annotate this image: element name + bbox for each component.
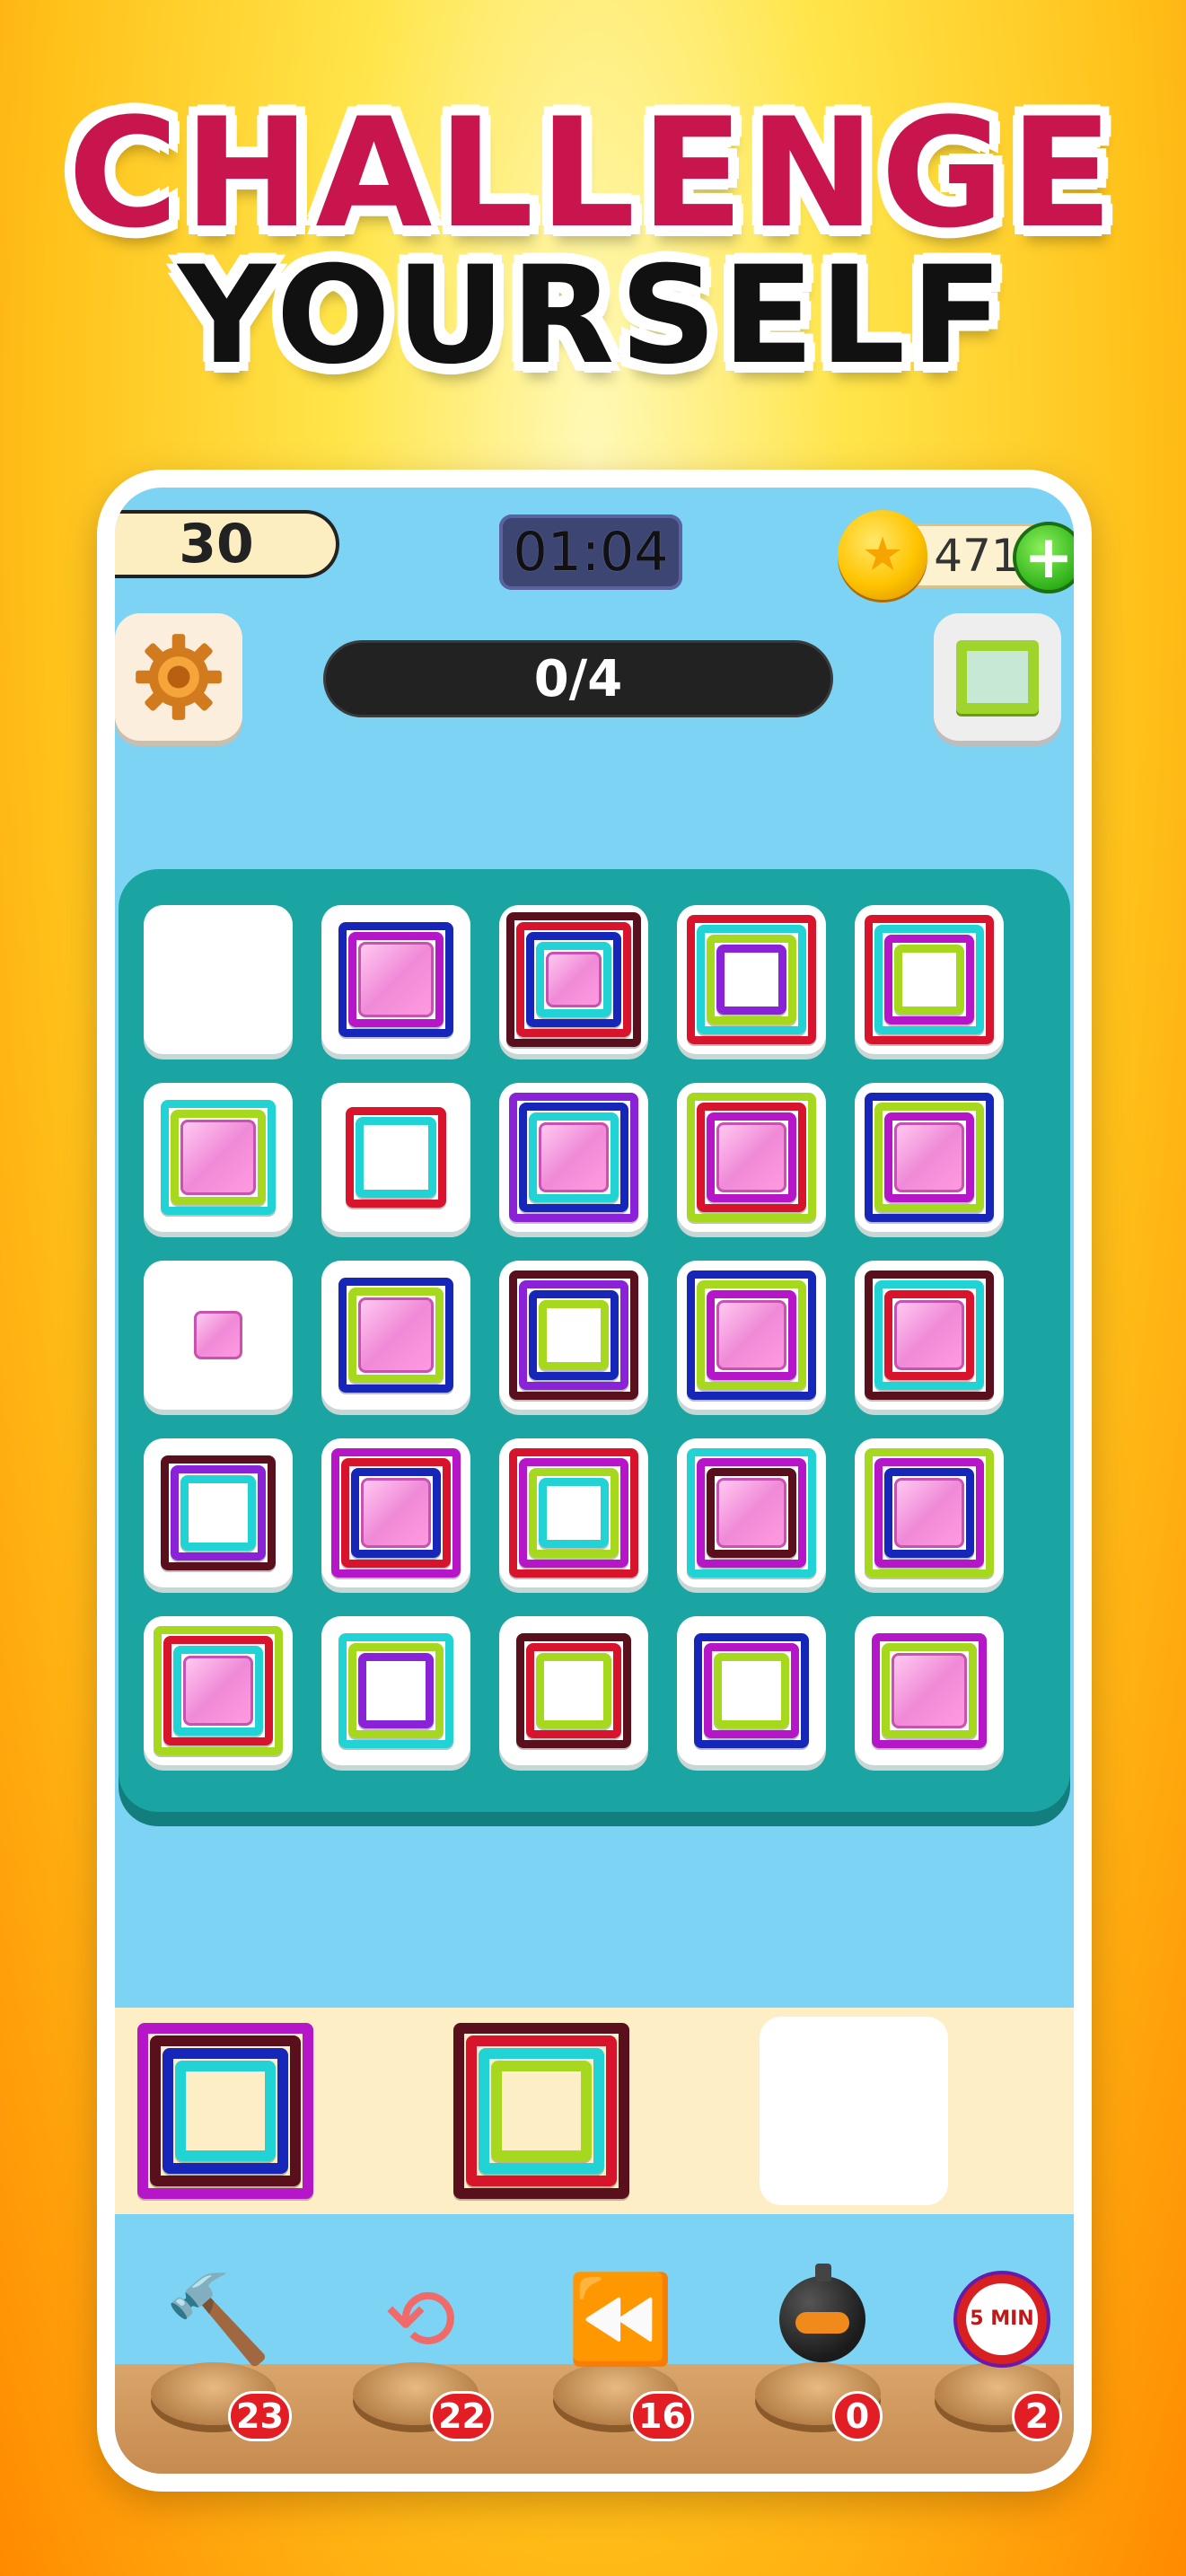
tray-slot[interactable] bbox=[131, 2017, 320, 2205]
level-indicator: 30 bbox=[115, 510, 339, 578]
undo-booster[interactable]: ⏪ 16 bbox=[544, 2265, 694, 2445]
ring-lime bbox=[714, 1653, 789, 1728]
gem-core bbox=[539, 1122, 609, 1192]
hammer-icon: 🔨 bbox=[164, 2268, 272, 2369]
bomb-icon bbox=[773, 2264, 872, 2373]
board-tile[interactable] bbox=[321, 905, 470, 1054]
gem-core bbox=[180, 1120, 256, 1195]
gem-core bbox=[716, 1478, 786, 1548]
board-tile[interactable] bbox=[677, 905, 826, 1054]
game-board bbox=[119, 869, 1070, 1812]
gem-core bbox=[716, 1300, 786, 1370]
board-tile[interactable] bbox=[855, 1261, 1004, 1410]
board-tile[interactable] bbox=[855, 1438, 1004, 1587]
board-tile[interactable] bbox=[499, 905, 648, 1054]
booster-count-badge: 16 bbox=[630, 2391, 694, 2441]
ring-lime bbox=[894, 945, 964, 1015]
booster-count-badge: 2 bbox=[1012, 2391, 1062, 2441]
gem-core bbox=[894, 1478, 964, 1548]
tray-slot[interactable] bbox=[760, 2017, 948, 2205]
star-coin-icon: ★ bbox=[838, 510, 927, 600]
booster-count-badge: 23 bbox=[228, 2391, 292, 2441]
frame-button[interactable] bbox=[934, 613, 1061, 741]
gem-core bbox=[183, 1656, 253, 1726]
ring-purple bbox=[358, 1653, 434, 1728]
plus-icon: + bbox=[1023, 523, 1074, 592]
phone-frame: 30 01:04 ★ 471 + 0/4 🔨 23 ⟲ 22 ⏪ 16 0 5 … bbox=[97, 470, 1092, 2492]
headline-challenge: CHALLENGE bbox=[67, 85, 1119, 261]
board-tile[interactable] bbox=[855, 905, 1004, 1054]
board-tile[interactable] bbox=[499, 1083, 648, 1232]
board-tile[interactable] bbox=[677, 1438, 826, 1587]
stopwatch-icon: 5 MIN bbox=[953, 2265, 1051, 2373]
board-tile[interactable] bbox=[855, 1083, 1004, 1232]
gem-core bbox=[892, 1653, 967, 1728]
ring-purple bbox=[716, 945, 786, 1015]
board-tile[interactable] bbox=[144, 1616, 293, 1765]
ring-cyan bbox=[539, 1478, 609, 1548]
timer-booster[interactable]: 5 MIN 2 bbox=[926, 2265, 1069, 2445]
headline-yourself: YOURSELF bbox=[178, 238, 1008, 394]
gear-icon bbox=[136, 634, 222, 720]
board-tile[interactable] bbox=[677, 1083, 826, 1232]
timer-value: 01:04 bbox=[513, 521, 669, 584]
board-tile[interactable] bbox=[144, 905, 293, 1054]
ring-lime bbox=[536, 1653, 611, 1728]
tray-slot[interactable] bbox=[447, 2017, 636, 2205]
gem-core bbox=[546, 952, 602, 1007]
board-tile[interactable] bbox=[321, 1438, 470, 1587]
gem-core bbox=[361, 1478, 431, 1548]
ring-lime bbox=[491, 2061, 592, 2161]
settings-button[interactable] bbox=[115, 613, 242, 741]
holder-tray bbox=[115, 2008, 1074, 2214]
shuffle-icon: ⟲ bbox=[383, 2269, 457, 2369]
board-tile[interactable] bbox=[499, 1616, 648, 1765]
ring-cyan bbox=[175, 2061, 276, 2161]
board-tile[interactable] bbox=[677, 1261, 826, 1410]
board-tile[interactable] bbox=[855, 1616, 1004, 1765]
timer-display: 01:04 bbox=[499, 514, 682, 590]
rewind-icon: ⏪ bbox=[567, 2268, 674, 2369]
booster-count-badge: 22 bbox=[430, 2391, 494, 2441]
board-tile[interactable] bbox=[677, 1616, 826, 1765]
shuffle-booster[interactable]: ⟲ 22 bbox=[344, 2265, 494, 2445]
bomb-booster[interactable]: 0 bbox=[746, 2264, 890, 2445]
goal-progress: 0/4 bbox=[323, 640, 833, 717]
ring-cyan bbox=[180, 1475, 256, 1551]
ring-lime bbox=[539, 1300, 609, 1370]
board-tile[interactable] bbox=[499, 1438, 648, 1587]
booster-count-badge: 0 bbox=[832, 2391, 883, 2441]
board-tile[interactable] bbox=[321, 1083, 470, 1232]
board-tile[interactable] bbox=[144, 1083, 293, 1232]
board-tile[interactable] bbox=[499, 1261, 648, 1410]
gem-core bbox=[194, 1311, 242, 1359]
board-tile[interactable] bbox=[144, 1438, 293, 1587]
hammer-booster[interactable]: 🔨 23 bbox=[142, 2265, 292, 2445]
board-tile[interactable] bbox=[144, 1261, 293, 1410]
board-tile[interactable] bbox=[321, 1616, 470, 1765]
timer-booster-label: 5 MIN bbox=[970, 2307, 1034, 2330]
ring-cyan bbox=[356, 1117, 436, 1198]
gem-core bbox=[716, 1122, 786, 1192]
board-tile[interactable] bbox=[321, 1261, 470, 1410]
gem-core bbox=[894, 1300, 964, 1370]
gem-core bbox=[358, 942, 434, 1017]
gem-core bbox=[894, 1122, 964, 1192]
game-screen: 30 01:04 ★ 471 + 0/4 🔨 23 ⟲ 22 ⏪ 16 0 5 … bbox=[115, 488, 1074, 2474]
gem-core bbox=[358, 1297, 434, 1373]
square-frame-icon bbox=[956, 640, 1039, 714]
